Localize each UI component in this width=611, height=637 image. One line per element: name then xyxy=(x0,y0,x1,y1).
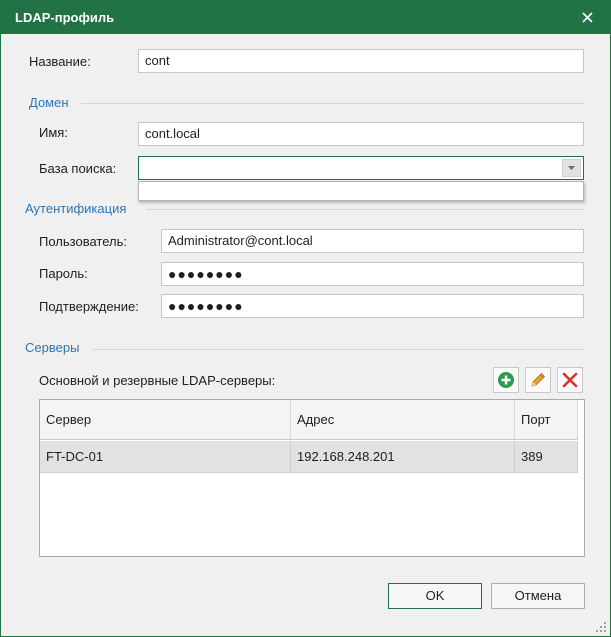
search-base-dropdown-list[interactable] xyxy=(138,181,584,201)
servers-grid[interactable]: Сервер Адрес Порт FT-DC-01 192.168.248.2… xyxy=(39,399,585,557)
edit-server-button[interactable] xyxy=(525,367,551,393)
window-title: LDAP-профиль xyxy=(15,10,115,25)
add-server-button[interactable] xyxy=(493,367,519,393)
delete-server-button[interactable] xyxy=(557,367,583,393)
search-base-combobox[interactable] xyxy=(138,156,584,180)
column-header-address[interactable]: Адрес xyxy=(291,400,515,440)
user-label: Пользователь: xyxy=(39,234,127,249)
name-label: Название: xyxy=(29,54,91,69)
title-bar[interactable]: LDAP-профиль xyxy=(1,1,610,34)
user-input[interactable]: Administrator@cont.local xyxy=(161,229,584,253)
servers-separator xyxy=(93,349,584,350)
cell-port: 389 xyxy=(515,441,578,473)
delete-icon xyxy=(562,372,578,388)
chevron-down-icon xyxy=(568,166,575,170)
domain-name-input[interactable]: cont.local xyxy=(138,122,584,146)
cell-server: FT-DC-01 xyxy=(40,441,291,473)
cell-address: 192.168.248.201 xyxy=(291,441,515,473)
servers-list-label: Основной и резервные LDAP-серверы: xyxy=(39,373,276,388)
close-icon xyxy=(581,12,593,23)
password-input[interactable]: ●●●●●●●● xyxy=(161,262,584,286)
domain-name-label: Имя: xyxy=(39,125,68,140)
servers-section-title: Серверы xyxy=(25,340,80,355)
pencil-icon xyxy=(531,372,546,387)
grid-header: Сервер Адрес Порт xyxy=(40,400,578,440)
resize-grip-icon[interactable] xyxy=(596,622,606,632)
column-header-server[interactable]: Сервер xyxy=(40,400,291,440)
password-label: Пароль: xyxy=(39,266,88,281)
confirm-password-input[interactable]: ●●●●●●●● xyxy=(161,294,584,318)
auth-section-title: Аутентификация xyxy=(25,201,127,216)
domain-section-title: Домен xyxy=(29,95,69,110)
close-button[interactable] xyxy=(564,1,610,34)
profile-name-input[interactable]: cont xyxy=(138,49,584,73)
column-header-port[interactable]: Порт xyxy=(515,400,578,440)
cancel-button[interactable]: Отмена xyxy=(491,583,585,609)
add-icon xyxy=(498,372,514,388)
confirm-label: Подтверждение: xyxy=(39,299,139,314)
table-row[interactable]: FT-DC-01 192.168.248.201 389 xyxy=(40,441,578,473)
ldap-profile-dialog: LDAP-профиль Название: cont Домен Имя: c… xyxy=(0,0,611,637)
search-base-label: База поиска: xyxy=(39,161,117,176)
ok-button[interactable]: OK xyxy=(388,583,482,609)
search-base-dropdown-button[interactable] xyxy=(562,159,581,177)
auth-separator xyxy=(146,209,584,210)
domain-separator xyxy=(81,103,584,104)
